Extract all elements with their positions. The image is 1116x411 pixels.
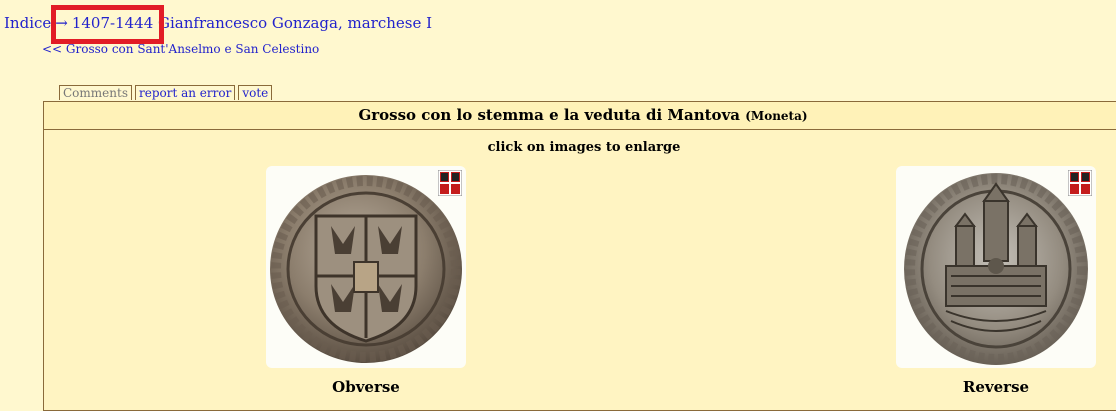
obverse-image[interactable] [266,166,466,368]
tab-vote[interactable]: vote [238,85,273,100]
tab-bar: Comments report an error vote [59,85,273,100]
tab-comments[interactable]: Comments [59,85,132,100]
enlarge-hint: click on images to enlarge [487,140,681,155]
previous-coin-link[interactable]: << Grosso con Sant'Anselmo e San Celesti… [42,42,319,56]
crest-icon [1068,170,1092,196]
obverse-label: Obverse [332,378,400,396]
breadcrumb-separator: → [55,14,68,32]
report-error-link[interactable]: report an error [139,86,231,100]
coin-type-label: (Moneta) [745,109,808,123]
breadcrumb-current-link[interactable]: 1407-1444 Gianfrancesco Gonzaga, marches… [72,14,432,32]
obverse-coin-picture [270,175,462,363]
reverse-label: Reverse [962,378,1030,396]
coin-panel: Grosso con lo stemma e la veduta di Mant… [43,101,1116,411]
coin-title: Grosso con lo stemma e la veduta di Mant… [44,102,1116,130]
breadcrumb-home-link[interactable]: Indice [4,14,51,32]
breadcrumb: Indice → 1407-1444 Gianfrancesco Gonzaga, … [4,14,432,32]
crest-icon [438,170,462,196]
coin-title-text: Grosso con lo stemma e la veduta di Mant… [358,106,740,124]
reverse-coin-picture [904,173,1088,365]
tab-report-error[interactable]: report an error [134,85,236,100]
vote-link[interactable]: vote [242,86,268,100]
reverse-image[interactable] [896,166,1096,368]
